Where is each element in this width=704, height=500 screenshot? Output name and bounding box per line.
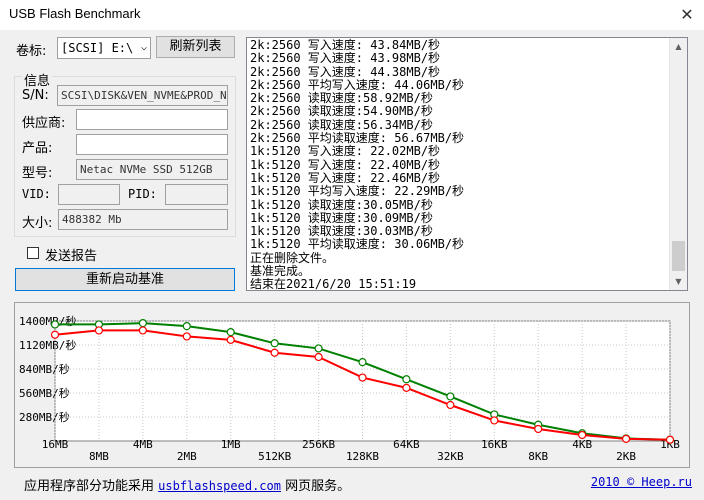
series-point-0: [50, 320, 60, 329]
sn-label: S/N:: [22, 88, 49, 103]
usbflashspeed-link[interactable]: usbflashspeed.com: [158, 479, 281, 493]
x-tick-label: 8MB: [89, 450, 109, 463]
pid-field[interactable]: [165, 184, 228, 205]
series-point-0: [182, 322, 191, 331]
y-tick-label: 280MB/秒: [19, 410, 70, 424]
series-point-1: [182, 332, 191, 341]
series-point-1: [446, 400, 455, 410]
x-tick-label: 2MB: [177, 450, 197, 463]
restart-benchmark-button[interactable]: 重新启动基准: [15, 268, 235, 291]
drive-label: 卷标:: [16, 44, 47, 59]
series-point-1: [402, 383, 411, 392]
close-icon[interactable]: ✕: [670, 0, 704, 30]
x-tick-label: 16MB: [42, 438, 69, 451]
series-point-1: [578, 430, 587, 440]
product-field[interactable]: [76, 134, 228, 155]
x-tick-label: 128KB: [346, 450, 379, 463]
series-point-1: [490, 416, 499, 425]
x-tick-label: 1MB: [221, 438, 241, 451]
send-report-label: 发送报告: [45, 249, 98, 264]
scroll-up-icon[interactable]: ▲: [670, 38, 687, 55]
series-point-1: [665, 435, 675, 444]
log-output[interactable]: 2k:2560 写入速度: 43.84MB/秒 2k:2560 写入速度: 43.…: [246, 37, 688, 291]
log-line: 1k:5120 写入速度: 22.02MB/秒: [250, 144, 441, 159]
log-lines: 2k:2560 写入速度: 43.84MB/秒 2k:2560 写入速度: 43.…: [250, 38, 465, 291]
x-tick-label: 4MB: [133, 438, 153, 451]
x-tick-label: 256KB: [302, 438, 335, 451]
series-point-1: [534, 424, 543, 434]
log-line: 2k:2560 读取速度:54.90MB/秒: [250, 104, 433, 119]
log-line: 1k:5120 平均读取速度: 30.06MB/秒: [250, 237, 465, 252]
model-label: 型号:: [22, 166, 53, 181]
series-point-0: [446, 392, 455, 401]
series-point-1: [138, 326, 147, 335]
chart-svg: 1400MB/秒 1120MB/秒 840MB/秒 560MB/秒 280MB/秒 16M…: [19, 314, 680, 463]
product-label: 产品:: [22, 141, 53, 156]
vendor-field[interactable]: [76, 109, 228, 130]
chevron-down-icon[interactable]: ⌵: [141, 38, 147, 58]
x-tick-label: 64KB: [393, 438, 420, 451]
vid-field[interactable]: [58, 184, 120, 205]
log-line: 1k:5120 读取速度:30.05MB/秒: [250, 197, 433, 212]
series-point-1: [94, 326, 104, 335]
model-field[interactable]: Netac NVMe SSD 512GB: [76, 159, 228, 180]
status-text: 应用程序部分功能采用 usbflashspeed.com 网页服务。: [24, 475, 350, 494]
series-point-1: [226, 335, 235, 344]
app-window: USB Flash Benchmark ✕ 卷标: [SCSI] E:\ ⌵ 刷…: [0, 0, 704, 500]
series-point-1: [358, 373, 367, 382]
y-tick-label: 1400MB/秒: [19, 314, 76, 328]
x-tick-label: 512KB: [258, 450, 291, 463]
x-tick-label: 16KB: [481, 438, 508, 451]
log-scrollbar[interactable]: ▲ ▼: [669, 38, 687, 290]
refresh-list-button[interactable]: 刷新列表: [156, 36, 235, 58]
scroll-thumb[interactable]: [672, 241, 685, 271]
series-point-1: [50, 330, 60, 339]
series-point-0: [138, 319, 147, 328]
series-point-1: [621, 434, 631, 443]
send-report-checkbox[interactable]: [27, 247, 39, 259]
size-field[interactable]: 488382 Mb: [58, 209, 228, 230]
heep-link[interactable]: 2010 © Heep.ru: [591, 475, 692, 489]
y-tick-label: 840MB/秒: [19, 362, 70, 376]
y-tick-label: 560MB/秒: [19, 386, 70, 400]
pid-label: PID:: [128, 187, 157, 201]
log-line: 2k:2560 写入速度: 43.98MB/秒: [250, 51, 441, 66]
copyright: 2010 © Heep.ru: [591, 475, 692, 489]
series-point-0: [270, 339, 279, 348]
y-tick-label: 1120MB/秒: [19, 338, 76, 352]
series-point-0: [358, 358, 367, 367]
x-tick-label: 2KB: [616, 450, 636, 463]
scroll-down-icon[interactable]: ▼: [670, 273, 687, 290]
log-line: 1k:5120 写入速度: 22.40MB/秒: [250, 157, 441, 172]
drive-select-value: [SCSI] E:\: [61, 41, 134, 55]
info-group-title: 信息: [22, 70, 53, 89]
status-suffix: 网页服务。: [285, 479, 351, 494]
status-prefix: 应用程序部分功能采用: [24, 479, 155, 494]
series-point-0: [226, 328, 235, 337]
sn-field[interactable]: SCSI\DISK&VEN_NVME&PROD_N: [57, 85, 228, 106]
log-line: 1k:5120 平均写入速度: 22.29MB/秒: [250, 184, 465, 199]
log-line: 2k:2560 写入速度: 44.38MB/秒: [250, 64, 441, 79]
x-tick-label: 8KB: [528, 450, 548, 463]
title-bar: USB Flash Benchmark ✕: [0, 0, 704, 30]
vid-label: VID:: [22, 187, 51, 201]
series-point-0: [402, 375, 411, 384]
vendor-label: 供应商:: [22, 116, 66, 131]
window-title: USB Flash Benchmark: [9, 6, 141, 21]
series-point-1: [314, 352, 323, 362]
x-tick-label: 4KB: [572, 438, 592, 451]
series-point-0: [314, 344, 323, 353]
log-line: 基准完成。: [250, 264, 311, 279]
series-point-1: [270, 348, 279, 357]
benchmark-chart: 1400MB/秒 1120MB/秒 840MB/秒 560MB/秒 280MB/秒 16M…: [14, 302, 690, 468]
log-line: 结束在2021/6/20 15:51:19: [250, 277, 417, 291]
drive-select[interactable]: [SCSI] E:\ ⌵: [57, 37, 151, 59]
size-label: 大小:: [22, 216, 53, 231]
x-tick-label: 32KB: [437, 450, 464, 463]
